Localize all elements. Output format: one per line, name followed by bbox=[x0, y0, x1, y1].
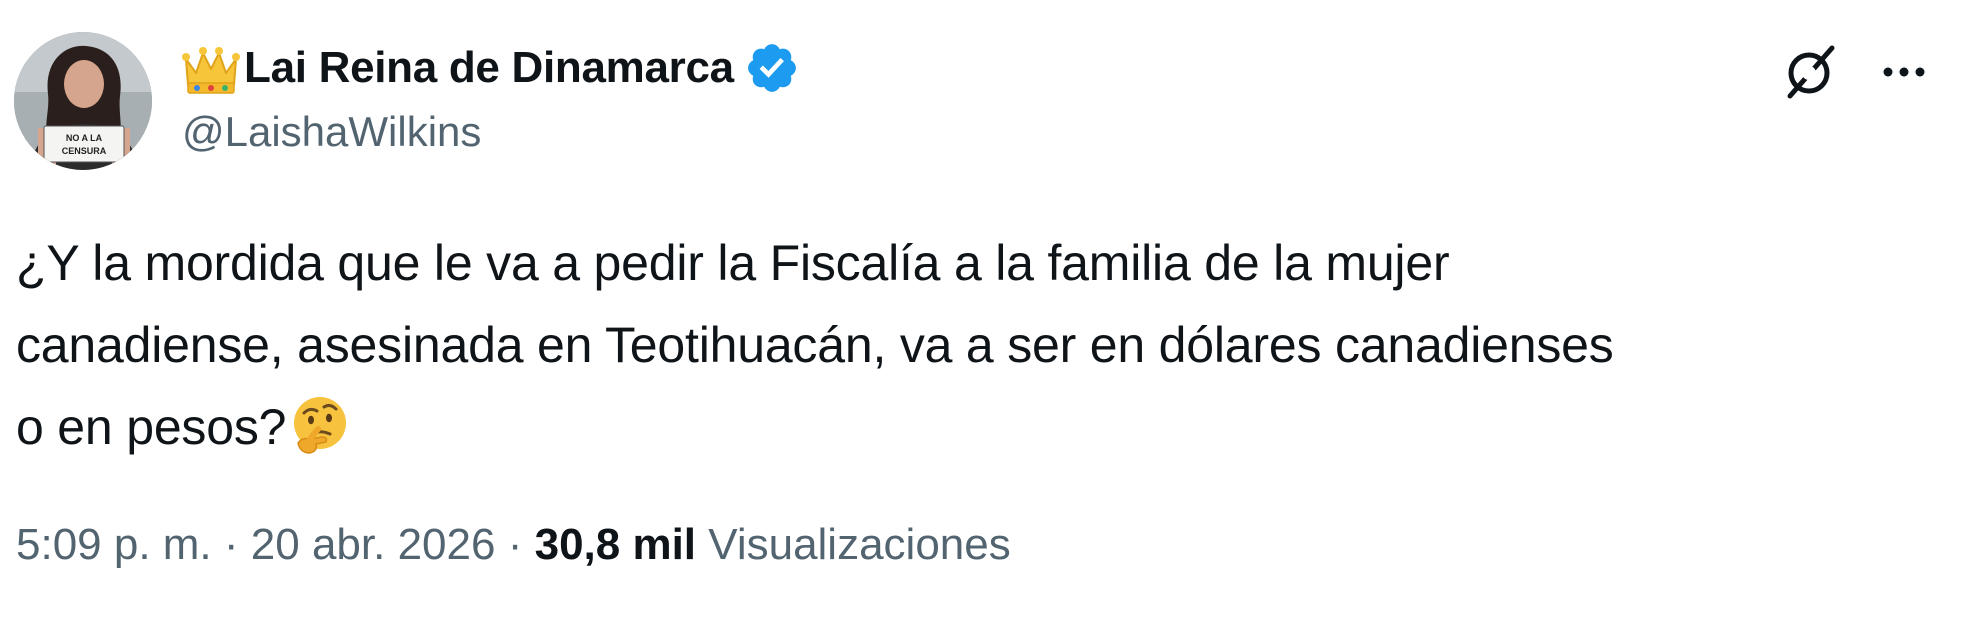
meta-separator: · bbox=[507, 520, 523, 569]
crown-emoji-icon bbox=[182, 47, 240, 94]
tweet-text-line: canadiense, asesinada en Teotihuacán, va… bbox=[16, 317, 1614, 373]
author-name-row[interactable]: Lai Reina de Dinamarca bbox=[180, 38, 800, 98]
tweet-text-line: ¿Y la mordida que le va a pedir la Fisca… bbox=[16, 235, 1450, 291]
tweet-text-line: o en pesos? bbox=[16, 399, 287, 455]
meta-separator: · bbox=[223, 520, 239, 569]
avatar-image: NO A LA CENSURA bbox=[14, 32, 152, 170]
avatar-sign-line-1: NO A LA bbox=[66, 133, 103, 143]
tweet-meta: 5:09 p. m. · 20 abr. 2026 · 30,8 mil Vis… bbox=[16, 520, 1011, 570]
tweet-date[interactable]: 20 abr. 2026 bbox=[251, 520, 496, 569]
author-handle[interactable]: @LaishaWilkins bbox=[182, 108, 481, 156]
views-label[interactable]: Visualizaciones bbox=[708, 520, 1010, 569]
more-options-icon[interactable] bbox=[1876, 44, 1932, 100]
thinking-face-emoji-icon bbox=[294, 396, 347, 454]
avatar-sign-line-2: CENSURA bbox=[62, 146, 107, 156]
verified-badge-icon[interactable] bbox=[744, 40, 800, 96]
views-count[interactable]: 30,8 mil bbox=[535, 520, 696, 569]
avatar[interactable]: NO A LA CENSURA bbox=[14, 32, 152, 170]
tweet-card: NO A LA CENSURA Lai Reina de Dinamarca @… bbox=[0, 0, 1965, 620]
tweet-time[interactable]: 5:09 p. m. bbox=[16, 520, 212, 569]
tweet-text-line-last: o en pesos? bbox=[16, 386, 1951, 468]
grok-icon[interactable] bbox=[1778, 40, 1842, 104]
tweet-text: ¿Y la mordida que le va a pedir la Fisca… bbox=[16, 222, 1951, 468]
author-display-name[interactable]: Lai Reina de Dinamarca bbox=[244, 43, 734, 93]
